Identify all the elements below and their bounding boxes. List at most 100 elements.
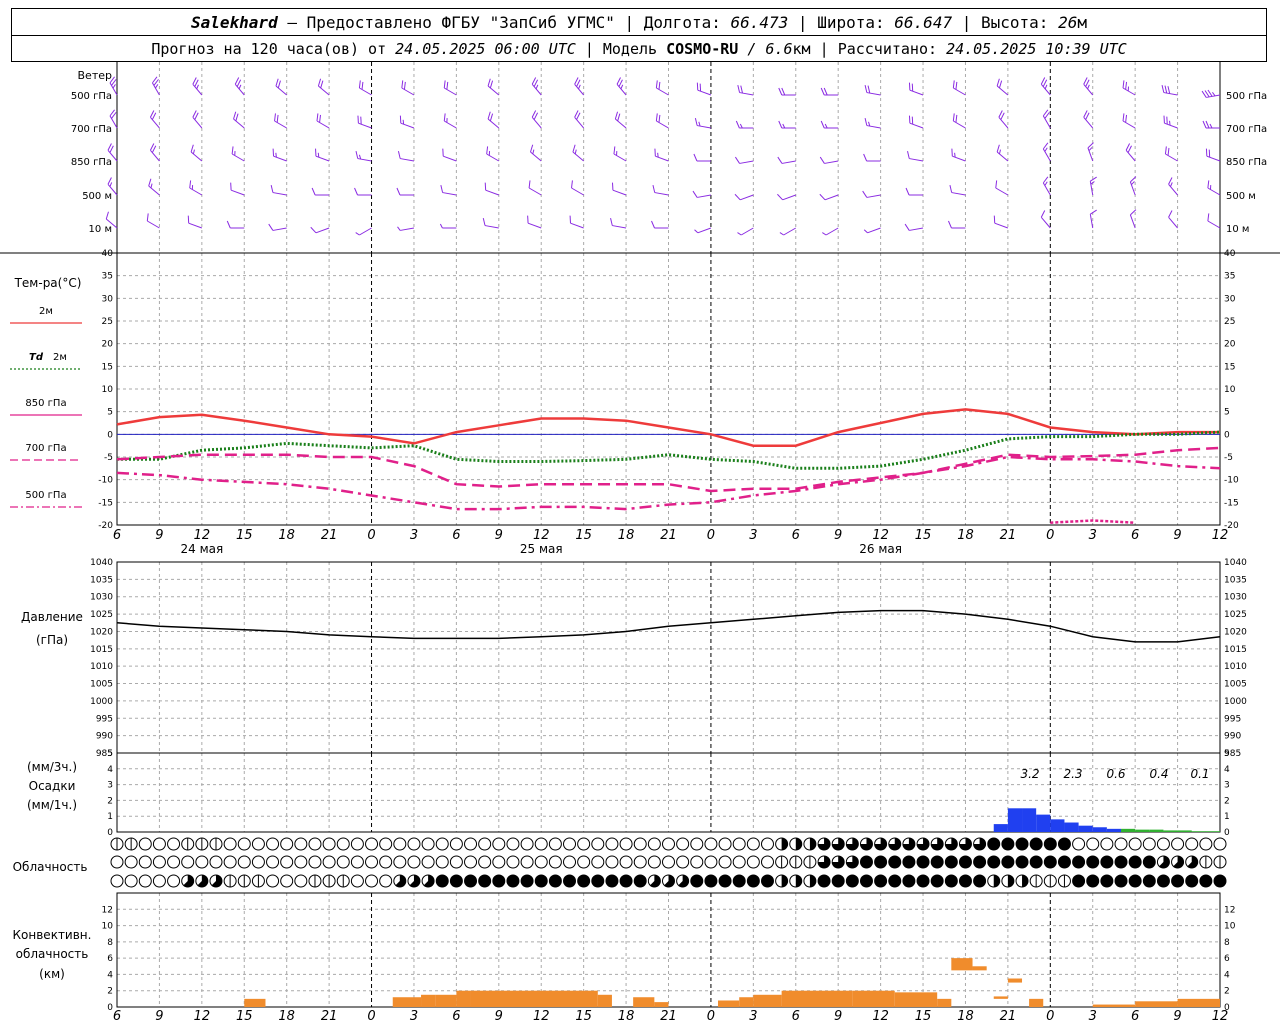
wind-barb-staff <box>230 189 245 196</box>
cloud-circle <box>294 855 308 869</box>
cloud-symbol <box>1029 855 1043 869</box>
wind-barb-feather <box>442 148 444 157</box>
conv-bar <box>972 966 987 971</box>
cloud-circle <box>308 837 322 851</box>
cloud-symbol <box>973 855 987 869</box>
cloud-circle <box>1086 837 1100 851</box>
wind-barb-feather <box>357 115 359 124</box>
wind-barb-staff <box>233 118 245 129</box>
cloud-symbol <box>676 837 690 851</box>
cloud-circle <box>110 855 124 869</box>
precip-bar <box>1121 828 1136 832</box>
cloud-symbol <box>902 855 916 869</box>
conv-bar <box>937 998 952 1007</box>
wind-barb-feather <box>862 190 868 198</box>
wind-barb-staff <box>1042 148 1051 162</box>
cloud-symbol <box>633 874 647 888</box>
cloud-circle <box>1001 837 1015 851</box>
precip-tick-right: 4 <box>1224 765 1230 775</box>
wind-barb <box>651 220 669 229</box>
temp-tick-left: 20 <box>102 340 114 350</box>
conv-bar <box>1135 1001 1178 1007</box>
cloud-circle <box>619 874 633 888</box>
pressure-tick-left: 995 <box>96 714 113 724</box>
precip-title-1h: (мм/1ч.) <box>27 798 77 812</box>
wind-barb <box>998 110 1009 129</box>
conv-bar <box>717 1000 740 1007</box>
pressure-tick-left: 1040 <box>90 558 113 568</box>
cloud-symbol <box>760 855 774 869</box>
wind-barb-feather <box>399 115 402 124</box>
pressure-tick-right: 1040 <box>1224 558 1247 568</box>
cloud-symbol <box>1015 855 1029 869</box>
pressure-tick-right: 1005 <box>1224 680 1247 690</box>
wind-barb-staff <box>996 151 1009 162</box>
cloud-circle <box>647 855 661 869</box>
cloud-symbol <box>1114 855 1128 869</box>
precip-title: Осадки <box>29 779 76 793</box>
cloud-circle <box>1128 837 1142 851</box>
cloud-symbol <box>548 874 562 888</box>
wind-barb-half-feather <box>397 226 401 231</box>
cloud-symbol <box>1072 855 1086 869</box>
cloud-circle <box>605 855 619 869</box>
wind-barb <box>822 227 839 236</box>
cloud-symbol <box>138 837 152 851</box>
wind-barb-feather <box>737 85 741 93</box>
cloud-symbol <box>958 874 972 888</box>
cloud-symbol <box>662 837 675 851</box>
cloud-circle <box>365 874 379 888</box>
wind-barb-feather <box>781 87 786 96</box>
wind-barb-staff <box>697 227 712 234</box>
wind-barb <box>397 151 415 162</box>
cloud-circle <box>563 874 577 888</box>
wind-barb <box>401 80 415 96</box>
wind-barb-feather <box>908 82 911 91</box>
wind-barb-staff <box>739 92 754 96</box>
wind-barb <box>610 218 627 229</box>
wind-barb-staff <box>783 227 797 236</box>
cloud-circle <box>1213 837 1227 851</box>
conv-bar <box>435 994 457 1007</box>
cloud-symbol <box>1142 855 1156 869</box>
wind-barb-feather <box>693 153 698 162</box>
wind-barb-staff <box>1042 182 1051 196</box>
cloud-symbol <box>336 855 350 869</box>
cloud-circle <box>1199 874 1213 888</box>
cloud-title: Облачность <box>13 860 88 874</box>
cloud-symbol <box>181 837 195 851</box>
wind-barb-feather <box>107 177 112 185</box>
cloud-circle <box>478 855 492 869</box>
wind-barb-staff <box>148 185 160 196</box>
conv-tick-right: 8 <box>1224 938 1230 948</box>
wind-barb-staff <box>1207 187 1221 196</box>
temp-tick-left: 0 <box>107 430 113 440</box>
wind-barb-staff <box>824 160 839 164</box>
cloud-symbol <box>1072 874 1086 888</box>
cloud-symbol <box>746 855 760 869</box>
cloud-circle <box>1043 837 1057 851</box>
cloud-symbol <box>775 855 789 869</box>
precip-bar <box>1036 814 1051 832</box>
cloud-circle <box>336 855 350 869</box>
temp-tick-left: 5 <box>107 408 113 418</box>
conv-x-tick: 3 <box>749 1009 757 1024</box>
pressure-tick-right: 1035 <box>1224 575 1247 585</box>
cloud-circle <box>124 874 138 888</box>
cloud-symbol <box>1057 874 1071 888</box>
cloud-symbol <box>1001 837 1015 851</box>
cloud-symbol <box>1142 837 1156 851</box>
cloud-symbol <box>1199 874 1213 888</box>
cloud-symbol <box>365 837 379 851</box>
cloud-circle <box>1114 874 1128 888</box>
wind-barb-staff <box>485 189 499 196</box>
cloud-symbol <box>902 874 916 888</box>
wind-barb <box>616 77 627 96</box>
wind-barb-feather <box>907 151 910 159</box>
wind-barb <box>655 113 669 129</box>
cloud-symbol <box>449 874 463 888</box>
wind-barb-staff <box>444 87 457 96</box>
wind-barb <box>316 113 330 129</box>
cloud-symbol <box>294 874 308 888</box>
cloud-circle <box>195 855 209 869</box>
